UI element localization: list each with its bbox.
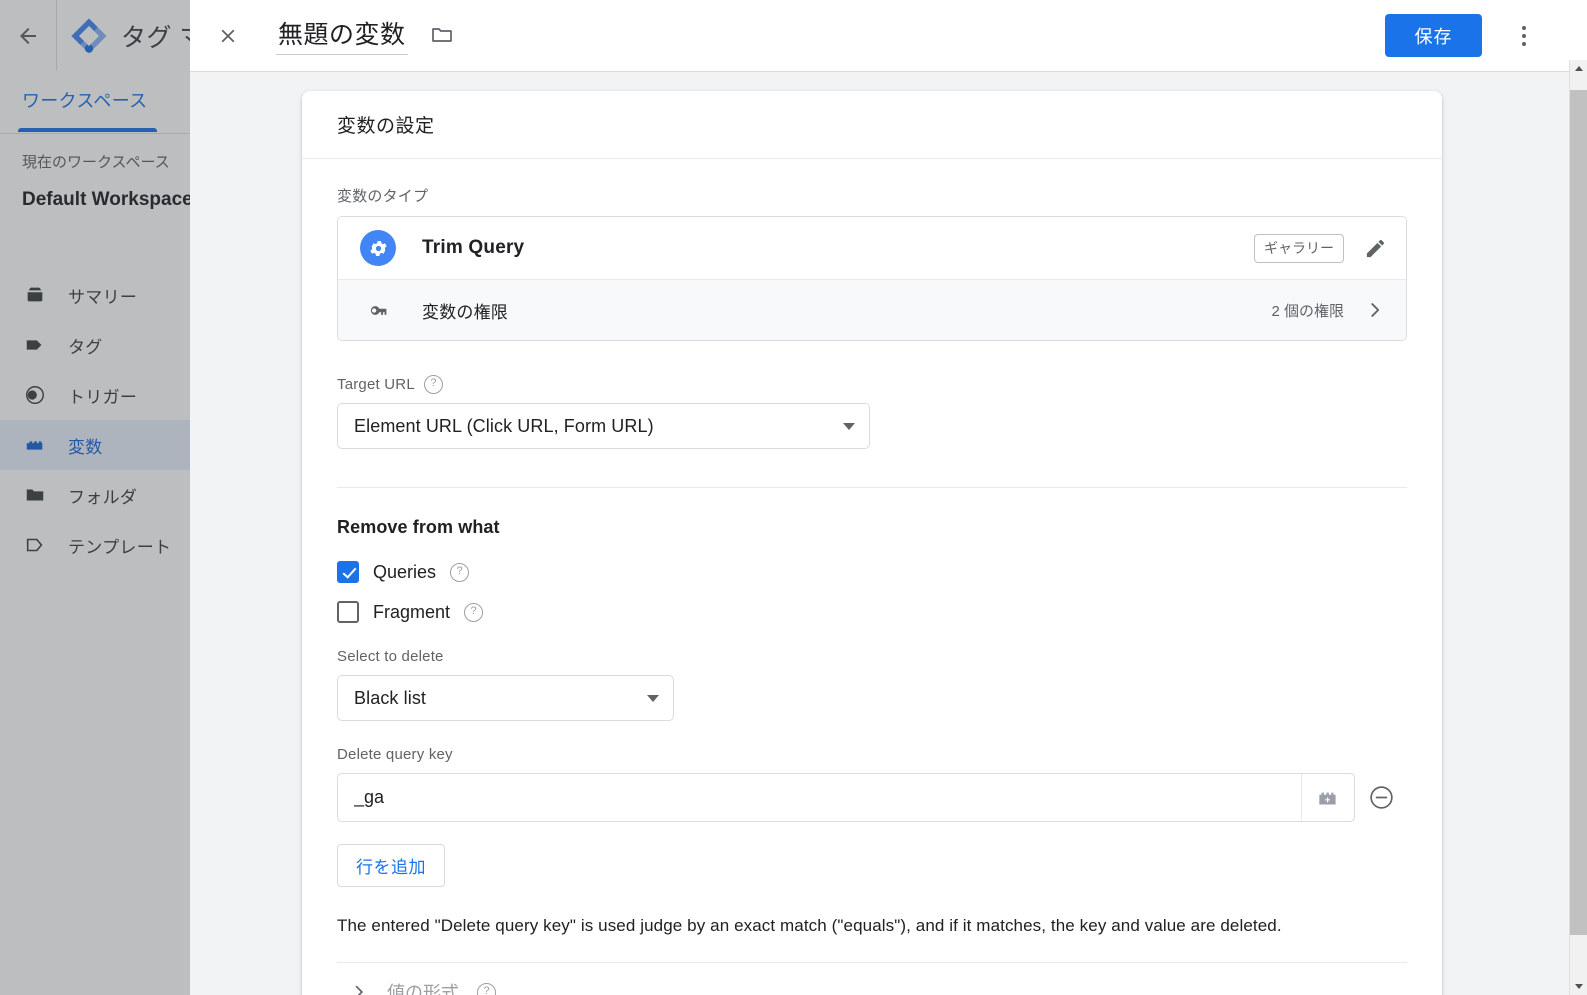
help-icon[interactable]: ? <box>464 602 484 622</box>
fragment-label: Fragment <box>373 601 451 622</box>
vertical-scrollbar[interactable] <box>1569 60 1587 995</box>
remove-circle-icon[interactable] <box>1355 784 1407 811</box>
variable-title-wrap: 無題の変数 <box>276 15 455 55</box>
delete-query-key-input[interactable] <box>338 774 1301 821</box>
variable-name-input[interactable]: 無題の変数 <box>276 15 408 55</box>
delete-query-key-label: Delete query key <box>337 746 453 763</box>
add-row-button[interactable]: 行を追加 <box>337 844 445 887</box>
target-url-value: Element URL (Click URL, Form URL) <box>354 415 654 436</box>
scroll-up-icon[interactable] <box>1570 60 1587 77</box>
screen: タグ マ ワークスペース バ 現在のワークスペース Default Worksp… <box>0 0 1587 995</box>
variable-type-row[interactable]: Trim Query ギャラリー <box>338 217 1406 279</box>
select-to-delete-select[interactable]: Black list <box>337 675 674 721</box>
target-url-select[interactable]: Element URL (Click URL, Form URL) <box>337 403 870 449</box>
queries-checkbox[interactable] <box>337 561 359 583</box>
select-to-delete-value: Black list <box>354 687 427 708</box>
variable-editor-panel: 無題の変数 保存 変数の設定 変数のタイプ Trim Query ギャラリー 変… <box>190 0 1587 995</box>
delete-query-key-row <box>337 773 1407 822</box>
variable-type-box: Trim Query ギャラリー 変数の権限 2 個の権限 <box>337 216 1407 341</box>
kebab-menu-icon[interactable] <box>1509 21 1539 51</box>
value-format-accordion[interactable]: 値の形式 ? <box>337 963 1407 995</box>
delete-query-key-note: The entered "Delete query key" is used j… <box>337 916 1282 935</box>
value-format-label: 値の形式 <box>387 983 459 995</box>
folder-icon[interactable] <box>429 22 455 48</box>
chevron-down-icon <box>647 694 659 702</box>
checkbox-row-fragment[interactable]: Fragment ? <box>337 592 1407 632</box>
scrollbar-thumb[interactable] <box>1570 90 1587 935</box>
help-icon[interactable]: ? <box>423 375 443 394</box>
section-divider <box>337 487 1407 488</box>
gallery-button[interactable]: ギャラリー <box>1254 233 1344 263</box>
target-url-label: Target URL <box>337 376 415 393</box>
chevron-down-icon <box>843 422 855 430</box>
save-button[interactable]: 保存 <box>1385 14 1482 57</box>
variable-type-name: Trim Query <box>422 237 525 258</box>
key-icon <box>360 300 396 321</box>
card-body: 変数のタイプ Trim Query ギャラリー 変数の権限 2 個の権限 Tar… <box>302 159 1442 995</box>
variable-settings-card: 変数の設定 変数のタイプ Trim Query ギャラリー 変数の権限 2 個の… <box>302 91 1442 995</box>
gear-icon <box>360 230 396 266</box>
target-url-label-row: Target URL ? <box>337 375 1407 394</box>
checkbox-row-queries[interactable]: Queries ? <box>337 552 1407 592</box>
insert-variable-icon[interactable] <box>1301 774 1354 821</box>
modal-scrim[interactable] <box>0 0 190 995</box>
card-header: 変数の設定 <box>302 91 1442 159</box>
variable-permissions-count: 2 個の権限 <box>1271 302 1344 320</box>
select-to-delete-label: Select to delete <box>337 648 444 665</box>
delete-query-key-box <box>337 773 1355 822</box>
chevron-right-icon <box>1344 299 1406 321</box>
scroll-down-icon[interactable] <box>1570 978 1587 995</box>
page-title: 変数の設定 <box>337 116 435 137</box>
variable-type-label: 変数のタイプ <box>337 188 429 205</box>
chevron-right-icon <box>349 982 369 995</box>
help-icon[interactable]: ? <box>450 562 470 582</box>
variable-permissions-label: 変数の権限 <box>422 302 508 322</box>
remove-from-what-title: Remove from what <box>337 517 500 537</box>
fragment-checkbox[interactable] <box>337 601 359 623</box>
variable-permissions-row[interactable]: 変数の権限 2 個の権限 <box>338 279 1406 340</box>
queries-label: Queries <box>373 561 437 582</box>
pencil-icon[interactable] <box>1344 237 1406 260</box>
help-icon[interactable]: ? <box>477 982 496 995</box>
close-icon[interactable] <box>212 20 244 52</box>
editor-header: 無題の変数 保存 <box>190 0 1587 72</box>
